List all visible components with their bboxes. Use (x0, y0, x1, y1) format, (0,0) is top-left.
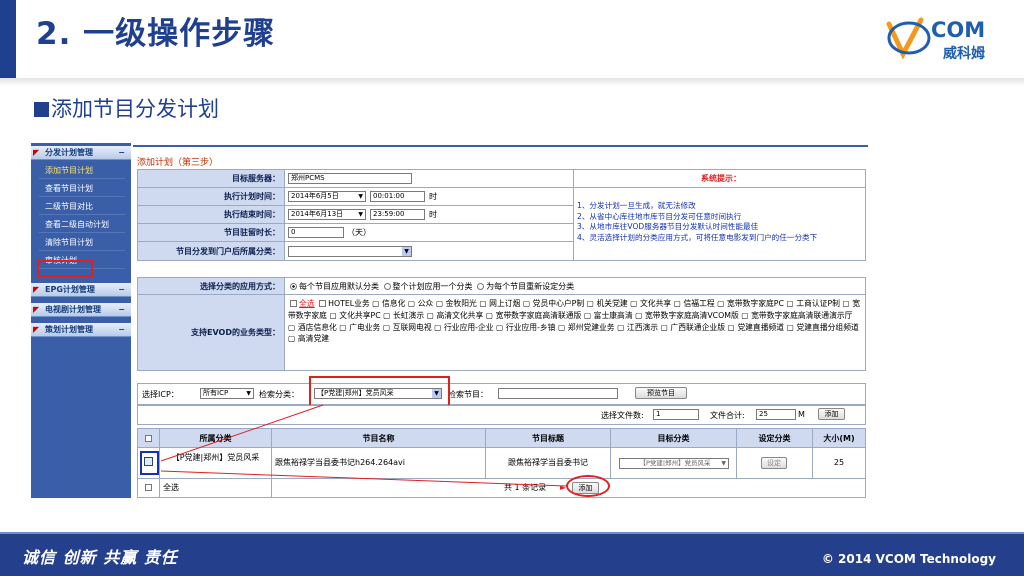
sidebar-item-add-plan[interactable]: 添加节目计划 (39, 162, 125, 179)
marker-icon: ◤ (33, 148, 40, 157)
sidebar-group-planning[interactable]: ◤ 策划计划管理 − (31, 323, 131, 337)
slide-subtitle: 添加节目分发计划 (34, 97, 219, 121)
sidebar-group-label: EPG计划管理 (45, 285, 95, 294)
marker-icon: ◤ (33, 285, 40, 294)
highlight-review-plan (37, 260, 93, 277)
sidebar-group-label: 分发计划管理 (45, 148, 93, 157)
collapse-icon: − (118, 325, 125, 334)
sidebar-group-label: 电视剧计划管理 (45, 305, 101, 314)
collapse-icon: − (118, 285, 125, 294)
header-divider (0, 78, 1024, 86)
slogan-word: 创新 (62, 548, 97, 567)
slogan-word: 共赢 (103, 548, 138, 567)
bullet-square-icon (34, 102, 49, 117)
vcom-logo: COM 威科姆 (883, 10, 1013, 68)
arrow-line-add (160, 470, 567, 487)
slogan-word: 责任 (143, 548, 178, 567)
slogan: 诚信 创新 共赢 责任 (22, 544, 178, 568)
sidebar-group-tv-series[interactable]: ◤ 电视剧计划管理 − (31, 303, 131, 317)
main-panel: 添加计划（第三步） 目标服务器： 郑州PCMS 系统提示： 执行计划时间： 20… (133, 143, 868, 498)
copyright: © 2014 VCOM Technology (821, 552, 996, 566)
slogan-word: 诚信 (22, 548, 57, 567)
footer-bar: 诚信 创新 共赢 责任 © 2014 VCOM Technology (0, 534, 1024, 576)
sidebar-group-distribution[interactable]: ◤ 分发计划管理 − (31, 146, 131, 160)
vcom-logo-icon: COM 威科姆 (886, 17, 985, 62)
sidebar-group-epg[interactable]: ◤ EPG计划管理 − (31, 283, 131, 297)
header-accent-bar (0, 0, 16, 78)
svg-text:COM: COM (931, 18, 985, 42)
collapse-icon: − (118, 305, 125, 314)
arrow-line-category (160, 404, 324, 462)
svg-text:威科姆: 威科姆 (943, 45, 985, 62)
marker-icon: ◤ (33, 325, 40, 334)
sidebar-item-view-plan[interactable]: 查看节目计划 (39, 180, 125, 197)
sidebar-item-clear-plan[interactable]: 清除节目计划 (39, 234, 125, 251)
sidebar-item-compare[interactable]: 二级节目对比 (39, 198, 125, 215)
subtitle-text: 添加节目分发计划 (51, 97, 219, 121)
marker-icon: ◤ (33, 305, 40, 314)
sidebar-group-label: 策划计划管理 (45, 325, 93, 334)
sidebar: ◤ 分发计划管理 − 添加节目计划 查看节目计划 二级节目对比 查看二级自动计划 清… (31, 143, 131, 498)
collapse-icon: − (118, 148, 125, 157)
app-screenshot: ◤ 分发计划管理 − 添加节目计划 查看节目计划 二级节目对比 查看二级自动计划 清… (31, 143, 868, 498)
slide-title: 2. 一级操作步骤 (36, 16, 276, 52)
annotation-arrows (160, 404, 567, 487)
sidebar-item-auto-plan[interactable]: 查看二级自动计划 (39, 216, 125, 233)
